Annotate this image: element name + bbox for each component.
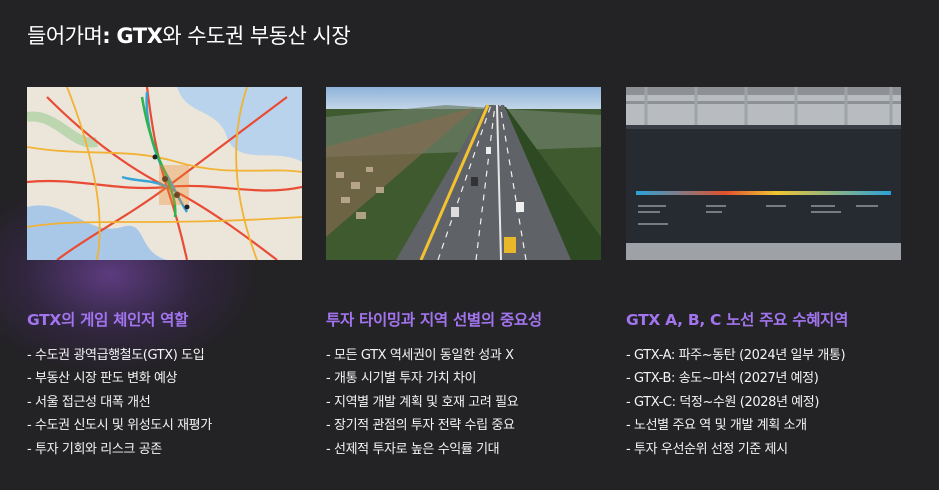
card-heading: GTX의 게임 체인저 역할 xyxy=(27,311,189,329)
list-item: GTX-A: 파주~동탄 (2024년 일부 개통) xyxy=(626,344,901,367)
title-separator: : xyxy=(102,24,111,48)
title-rest: 와 수도권 부동산 시장 xyxy=(162,24,351,48)
map-illustration xyxy=(27,87,302,260)
list-item: 투자 기회와 리스크 공존 xyxy=(27,438,302,461)
list-item: 노선별 주요 역 및 개발 계획 소개 xyxy=(626,414,901,437)
list-item: 지역별 개발 계획 및 호재 고려 필요 xyxy=(326,391,601,414)
station-display-image xyxy=(626,87,901,260)
highway-illustration xyxy=(326,87,601,260)
list-item: 수도권 신도시 및 위성도시 재평가 xyxy=(27,414,302,437)
list-item: 수도권 광역급행철도(GTX) 도입 xyxy=(27,344,302,367)
card-heading: GTX A, B, C 노선 주요 수혜지역 xyxy=(626,311,849,329)
list-item: 투자 우선순위 선정 기준 제시 xyxy=(626,438,901,461)
title-brand: GTX xyxy=(116,24,163,48)
card-gtx-role: GTX의 게임 체인저 역할 수도권 광역급행철도(GTX) 도입 부동산 시장… xyxy=(27,87,302,461)
highway-photo-image xyxy=(326,87,601,260)
bullet-list: GTX-A: 파주~동탄 (2024년 일부 개통) GTX-B: 송도~마석 … xyxy=(626,344,901,461)
bullet-list: 모든 GTX 역세권이 동일한 성과 X 개통 시기별 투자 가치 차이 지역별… xyxy=(326,344,601,461)
list-item: 선제적 투자로 높은 수익률 기대 xyxy=(326,438,601,461)
station-illustration xyxy=(626,87,901,260)
list-item: 장기적 관점의 투자 전략 수립 중요 xyxy=(326,414,601,437)
list-item: 서울 접근성 대폭 개선 xyxy=(27,391,302,414)
bullet-list: 수도권 광역급행철도(GTX) 도입 부동산 시장 판도 변화 예상 서울 접근… xyxy=(27,344,302,461)
list-item: 부동산 시장 판도 변화 예상 xyxy=(27,367,302,390)
title-prefix: 들어가며 xyxy=(27,24,103,48)
card-gtx-lines: GTX A, B, C 노선 주요 수혜지역 GTX-A: 파주~동탄 (202… xyxy=(626,87,901,461)
card-heading: 투자 타이밍과 지역 선별의 중요성 xyxy=(326,311,542,329)
card-investment-timing: 투자 타이밍과 지역 선별의 중요성 모든 GTX 역세권이 동일한 성과 X … xyxy=(326,87,601,461)
list-item: GTX-C: 덕정~수원 (2028년 예정) xyxy=(626,391,901,414)
list-item: 개통 시기별 투자 가치 차이 xyxy=(326,367,601,390)
list-item: 모든 GTX 역세권이 동일한 성과 X xyxy=(326,344,601,367)
page-title: 들어가며: GTX와 수도권 부동산 시장 xyxy=(27,20,351,50)
metro-map-image xyxy=(27,87,302,260)
list-item: GTX-B: 송도~마석 (2027년 예정) xyxy=(626,367,901,390)
